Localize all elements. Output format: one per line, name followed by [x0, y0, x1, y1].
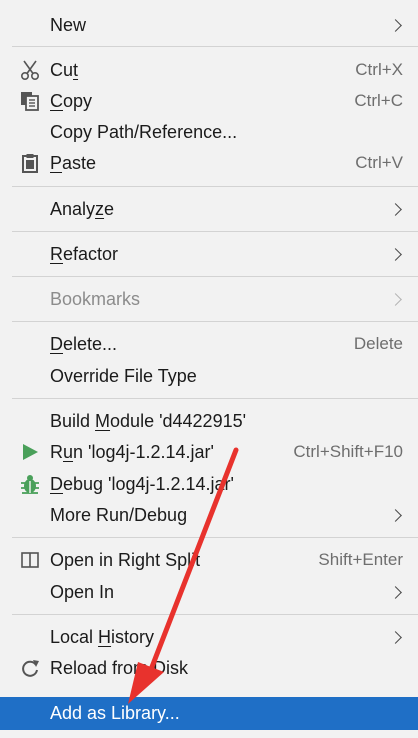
menu-item-build-module[interactable]: Build Module 'd4422915'	[0, 405, 418, 437]
menu-item-label: New	[50, 14, 87, 35]
chevron-right-icon	[389, 630, 402, 644]
menu-item-cut[interactable]: Cut Ctrl+X	[0, 54, 418, 86]
menu-item-label: Refactor	[50, 243, 119, 264]
menu-item-label: Bookmarks	[50, 288, 141, 309]
menu-item-label: Copy Path/Reference...	[50, 121, 238, 142]
chevron-right-icon	[389, 292, 402, 306]
menu-item-label: Build Module 'd4422915'	[50, 410, 247, 431]
chevron-right-icon	[389, 508, 402, 522]
clipboard-icon	[19, 152, 41, 174]
menu-item-label: Override File Type	[50, 365, 197, 386]
run-icon	[19, 441, 41, 463]
debug-bug-icon	[19, 473, 41, 495]
chevron-right-icon	[389, 202, 402, 216]
menu-item-label: Local History	[50, 626, 155, 647]
menu-item-override-file-type[interactable]: Override File Type	[0, 360, 418, 392]
menu-separator	[12, 46, 418, 47]
menu-item-label: Copy	[50, 90, 93, 111]
menu-item-refactor[interactable]: Refactor	[0, 238, 418, 270]
menu-separator	[12, 398, 418, 399]
menu-item-add-as-library[interactable]: Add as Library...	[0, 697, 418, 730]
menu-item-copy[interactable]: Copy Ctrl+C	[0, 85, 418, 117]
menu-item-more-run-debug[interactable]: More Run/Debug	[0, 499, 418, 531]
menu-separator	[12, 537, 418, 538]
menu-item-open-right-split[interactable]: Open in Right Split Shift+Enter	[0, 544, 418, 576]
reload-icon	[19, 657, 41, 679]
menu-item-label: Reload from Disk	[50, 657, 189, 678]
menu-item-label: Delete...	[50, 333, 118, 354]
chevron-right-icon	[389, 247, 402, 261]
shortcut-text: Delete	[353, 334, 403, 353]
shortcut-text: Ctrl+C	[354, 91, 403, 110]
menu-item-copy-path[interactable]: Copy Path/Reference...	[0, 116, 418, 148]
menu-item-analyze[interactable]: Analyze	[0, 193, 418, 225]
menu-item-reload-from-disk[interactable]: Reload from Disk	[0, 652, 418, 684]
menu-bottom-edge	[0, 730, 418, 738]
menu-item-label: Cut	[50, 59, 79, 80]
menu-separator	[12, 231, 418, 232]
menu-item-open-in[interactable]: Open In	[0, 576, 418, 608]
menu-item-label: Run 'log4j-1.2.14.jar'	[50, 441, 214, 462]
menu-item-label: Open in Right Split	[50, 549, 201, 570]
menu-item-paste[interactable]: Paste Ctrl+V	[0, 147, 418, 179]
chevron-right-icon	[389, 18, 402, 32]
shortcut-text: Shift+Enter	[318, 550, 403, 569]
menu-separator	[12, 321, 418, 322]
menu-separator	[12, 614, 418, 615]
chevron-right-icon	[389, 585, 402, 599]
menu-item-delete[interactable]: Delete... Delete	[0, 328, 418, 360]
menu-item-run[interactable]: Run 'log4j-1.2.14.jar' Ctrl+Shift+F10	[0, 436, 418, 468]
shortcut-text: Ctrl+V	[355, 153, 403, 172]
menu-separator	[12, 186, 418, 187]
shortcut-text: Ctrl+X	[355, 60, 403, 79]
menu-item-label: Open In	[50, 581, 115, 602]
shortcut-text: Ctrl+Shift+F10	[293, 442, 403, 461]
copy-icon	[19, 90, 41, 112]
menu-item-label: Analyze	[50, 198, 115, 219]
menu-item-label: Debug 'log4j-1.2.14.jar'	[50, 473, 234, 494]
menu-separator	[12, 276, 418, 277]
menu-item-local-history[interactable]: Local History	[0, 621, 418, 653]
split-icon	[19, 549, 41, 571]
menu-item-label: Paste	[50, 152, 97, 173]
menu-item-label: Add as Library...	[50, 703, 180, 723]
menu-item-label: More Run/Debug	[50, 504, 188, 525]
scissors-icon	[19, 59, 41, 81]
context-menu: New Cut Ctrl+X Copy Ctrl+C Copy Path/Ref…	[0, 0, 418, 738]
menu-item-debug[interactable]: Debug 'log4j-1.2.14.jar'	[0, 468, 418, 500]
menu-item-new[interactable]: New	[0, 9, 418, 41]
menu-item-bookmarks: Bookmarks	[0, 283, 418, 315]
